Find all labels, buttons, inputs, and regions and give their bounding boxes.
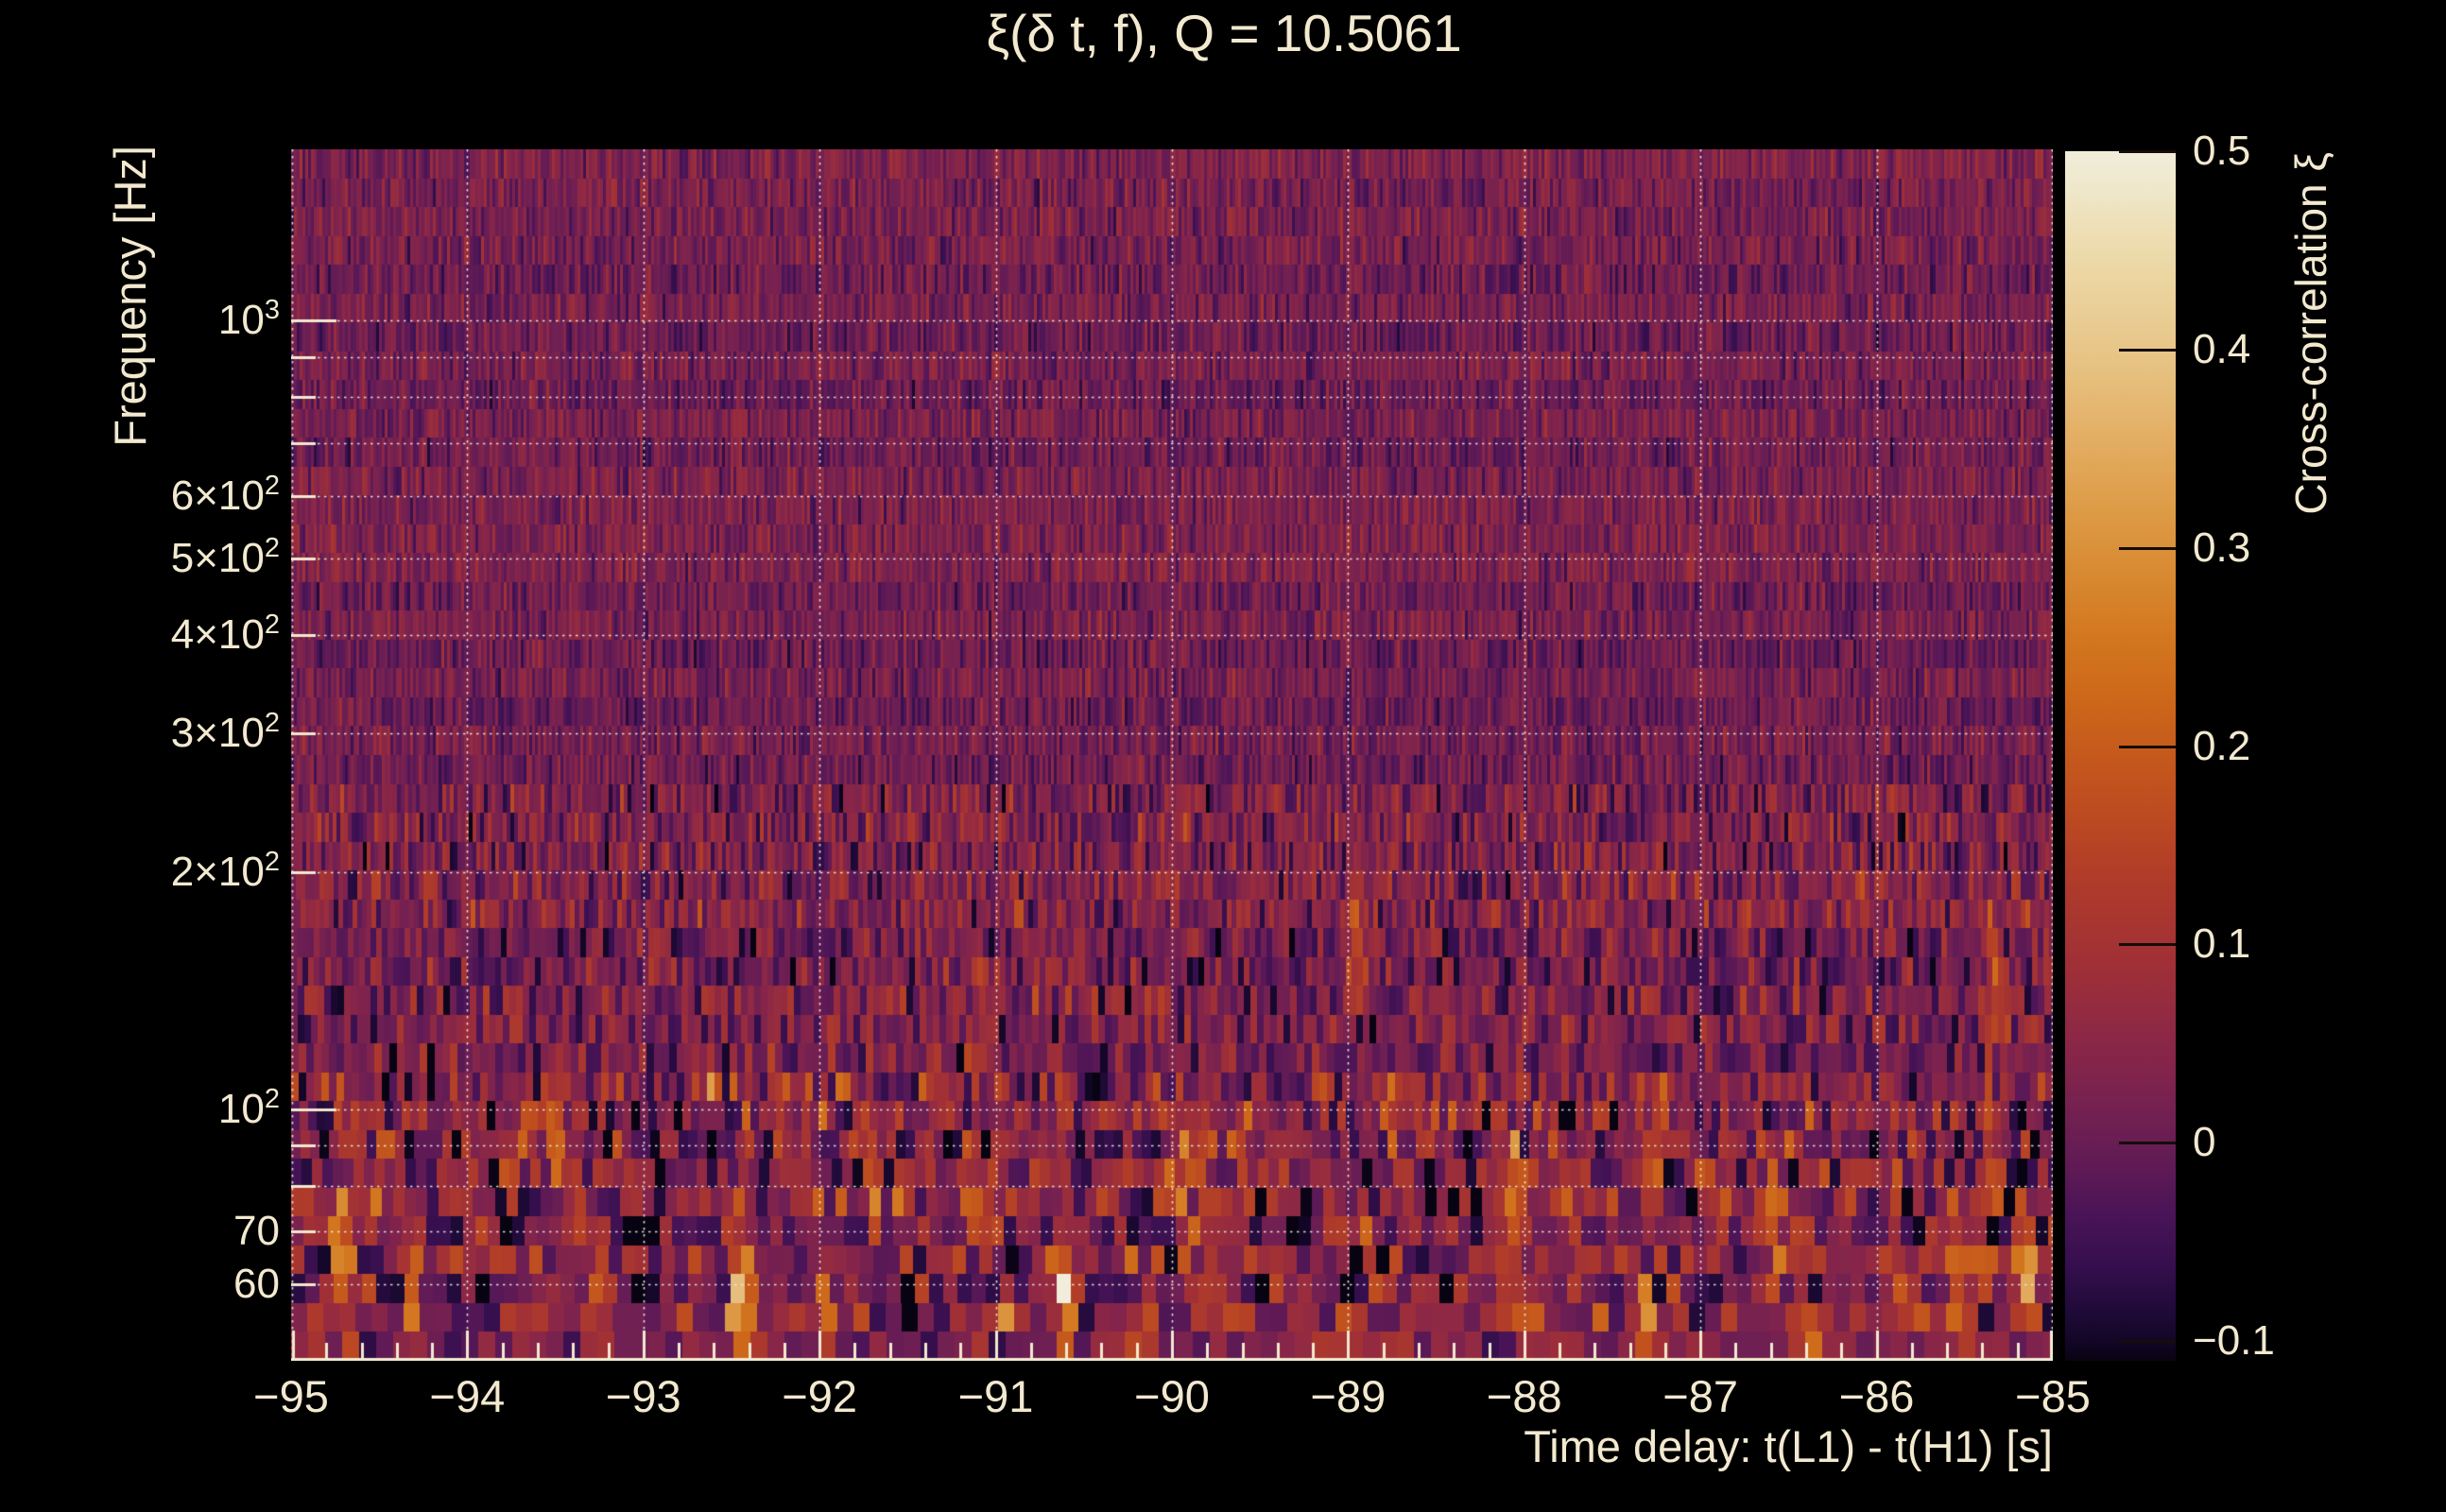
x-tick-label: −94	[382, 1370, 552, 1422]
colorbar-tick-label: −0.1	[2193, 1315, 2429, 1366]
x-tick-label: −91	[911, 1370, 1081, 1422]
colorbar-tick-label: 0.1	[2193, 919, 2429, 970]
x-tick-label: −85	[1968, 1370, 2138, 1422]
y-tick-label: 102	[55, 1084, 280, 1135]
colorbar-tick	[2119, 943, 2176, 946]
y-tick-label: 60	[55, 1259, 280, 1310]
y-tick-label: 3×102	[55, 708, 280, 759]
y-tick-label: 4×102	[55, 610, 280, 661]
x-tick-label: −93	[559, 1370, 729, 1422]
heatmap-canvas	[291, 149, 2053, 1361]
y-tick-label: 70	[55, 1206, 280, 1257]
colorbar-tick	[2119, 1340, 2176, 1343]
colorbar-tick	[2119, 349, 2176, 352]
colorbar-tick-label: 0	[2193, 1117, 2429, 1168]
y-tick-label: 2×102	[55, 847, 280, 898]
x-tick-label: −92	[734, 1370, 904, 1422]
colorbar-tick-label: 0.3	[2193, 523, 2429, 574]
colorbar	[2065, 151, 2176, 1361]
x-tick-label: −90	[1087, 1370, 1257, 1422]
colorbar-tick-label: 0.2	[2193, 721, 2429, 772]
x-tick-label: −89	[1263, 1370, 1433, 1422]
plot-title: ξ(δ t, f), Q = 10.5061	[846, 4, 1602, 62]
x-tick-label: −86	[1792, 1370, 1962, 1422]
x-tick-label: −95	[206, 1370, 376, 1422]
x-tick-label: −87	[1615, 1370, 1785, 1422]
y-tick-label: 6×102	[55, 471, 280, 522]
y-tick-label: 5×102	[55, 533, 280, 584]
figure: ξ(δ t, f), Q = 10.5061 Frequency [Hz] 10…	[0, 0, 2446, 1512]
colorbar-tick	[2119, 547, 2176, 550]
x-axis-title: Time delay: t(L1) - t(H1) [s]	[1108, 1420, 2053, 1472]
x-tick-label: −88	[1439, 1370, 1610, 1422]
colorbar-tick	[2119, 150, 2176, 153]
colorbar-tick	[2119, 746, 2176, 748]
colorbar-tick	[2119, 1142, 2176, 1144]
y-tick-label: 103	[55, 295, 280, 346]
colorbar-title: Cross-correlation ξ	[2285, 152, 2336, 515]
